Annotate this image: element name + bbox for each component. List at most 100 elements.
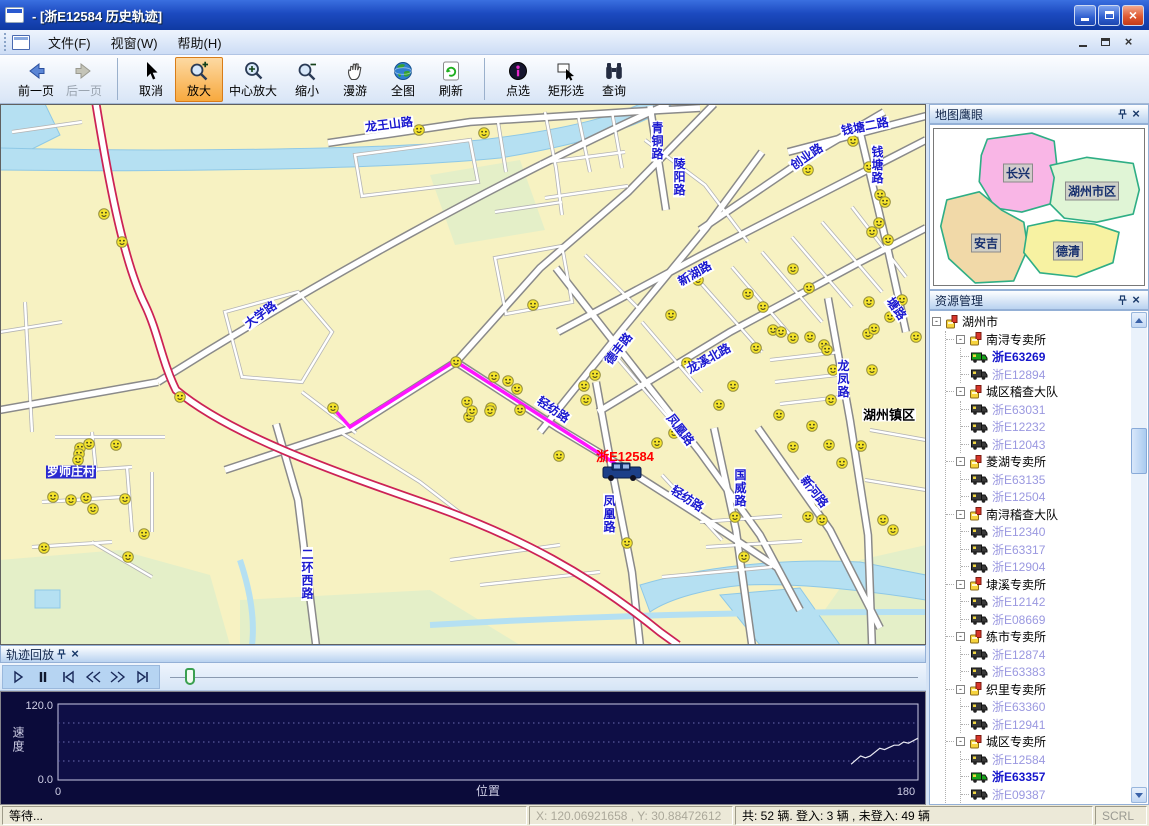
tree-vehicle-row[interactable]: 浙E63135 [961, 471, 1130, 489]
toolbar-button-refresh[interactable]: 刷新 [427, 57, 475, 102]
tree-vehicle-row[interactable]: 浙E12043 [961, 436, 1130, 454]
tree-vehicle-row[interactable]: 浙E63317 [961, 541, 1130, 559]
tree-vehicle-row[interactable]: 浙E63269 [961, 348, 1130, 366]
toolbar-button-globe[interactable]: 全图 [379, 57, 427, 102]
speed-chart: 120.00.00位置180 速度 [0, 691, 926, 805]
mdi-restore-button[interactable] [1097, 35, 1114, 50]
app-icon [5, 7, 24, 23]
skip-end-button[interactable] [131, 667, 154, 687]
pin-icon[interactable] [1115, 293, 1129, 307]
toolbar-button-binoculars[interactable]: 查询 [590, 57, 638, 102]
vehicle-plate: 浙E12894 [992, 366, 1045, 383]
group-label: 菱湖专卖所 [986, 453, 1046, 470]
collapse-icon[interactable]: - [956, 685, 965, 694]
forward-button[interactable] [106, 667, 129, 687]
minimize-button[interactable] [1074, 5, 1096, 26]
toolbar-button-rect-select[interactable]: 矩形选 [542, 57, 590, 102]
poi-marker [39, 543, 50, 554]
window-title: - [浙E12584 历史轨迹] [32, 6, 162, 25]
collapse-icon[interactable]: - [956, 632, 965, 641]
tree-vehicle-row[interactable]: 浙E09387 [961, 786, 1130, 804]
mdi-minimize-button[interactable] [1074, 35, 1091, 50]
toolbar-button-label: 查询 [602, 82, 626, 99]
poi-marker [175, 392, 186, 403]
poi-marker [758, 302, 769, 313]
region-label: 安吉 [971, 234, 1001, 253]
tree-group-row[interactable]: -埭溪专卖所 [946, 576, 1130, 594]
tree-group-row[interactable]: -织里专卖所 [946, 681, 1130, 699]
rewind-button[interactable] [81, 667, 104, 687]
road-label: 龙凤路 [837, 359, 849, 400]
playback-slider-thumb[interactable] [185, 668, 195, 685]
collapse-icon[interactable]: - [956, 387, 965, 396]
tree-group-row[interactable]: -南浔稽查大队 [946, 506, 1130, 524]
toolbar-button-zoom-in[interactable]: 放大 [175, 57, 223, 102]
toolbar-button-arrow-left[interactable]: 前一页 [12, 57, 60, 102]
tree-vehicle-row[interactable]: 浙E08669 [961, 611, 1130, 629]
tree-vehicle-row[interactable]: 浙E63383 [961, 663, 1130, 681]
scrollbar-thumb[interactable] [1131, 428, 1147, 474]
pin-icon[interactable] [54, 647, 68, 661]
tree-vehicle-row[interactable]: 浙E12584 [961, 751, 1130, 769]
tree-vehicle-row[interactable]: 浙E12941 [961, 716, 1130, 734]
poi-marker [803, 512, 814, 523]
menu-item-2[interactable]: 帮助(H) [168, 33, 232, 54]
pause-button[interactable] [31, 667, 54, 687]
toolbar-button-cursor[interactable]: 取消 [127, 57, 175, 102]
tree-vehicle-row[interactable]: 浙E12142 [961, 593, 1130, 611]
collapse-icon[interactable]: - [932, 317, 941, 326]
collapse-icon[interactable]: - [956, 457, 965, 466]
collapse-icon[interactable]: - [956, 580, 965, 589]
tree-root-row[interactable]: -湖州市 [932, 313, 1130, 331]
poi-marker [503, 376, 514, 387]
collapse-icon[interactable]: - [956, 335, 965, 344]
tree-vehicle-row[interactable]: 浙E12894 [961, 366, 1130, 384]
mdi-close-button[interactable]: × [1120, 35, 1137, 50]
playback-slider-track[interactable] [170, 677, 918, 678]
restore-button[interactable] [1098, 5, 1120, 26]
collapse-icon[interactable]: - [956, 737, 965, 746]
menu-item-0[interactable]: 文件(F) [38, 33, 101, 54]
tree-group-row[interactable]: -城区稽查大队 [946, 383, 1130, 401]
close-icon[interactable]: × [68, 647, 82, 661]
tree-vehicle-row[interactable]: 浙E63360 [961, 698, 1130, 716]
toolbar-button-info[interactable]: 点选 [494, 57, 542, 102]
poi-marker [590, 370, 601, 381]
toolbar-button-label: 点选 [506, 82, 530, 99]
collapse-icon[interactable]: - [956, 510, 965, 519]
toolbar-button-zoom-center[interactable]: 中心放大 [223, 57, 283, 102]
tree-vehicle-row[interactable]: 浙E63357 [961, 768, 1130, 786]
scroll-up-icon[interactable] [1131, 312, 1147, 328]
toolbar-button-label: 矩形选 [548, 82, 584, 99]
tree-group-row[interactable]: - 菱湖专卖所 [946, 453, 1130, 471]
pin-icon[interactable] [1115, 107, 1129, 121]
toolbar-button-label: 刷新 [439, 82, 463, 99]
tree-vehicle-row[interactable]: 浙E12874 [961, 646, 1130, 664]
menu-item-1[interactable]: 视窗(W) [101, 33, 168, 54]
toolbar-button-hand[interactable]: 漫游 [331, 57, 379, 102]
truck-icon [971, 561, 988, 573]
tree-vehicle-row[interactable]: 浙E12340 [961, 523, 1130, 541]
tree-vehicle-row[interactable]: 浙E63031 [961, 401, 1130, 419]
skip-back-button[interactable] [56, 667, 79, 687]
poi-marker [888, 525, 899, 536]
toolbar-button-zoom-out[interactable]: 缩小 [283, 57, 331, 102]
scroll-down-icon[interactable] [1131, 787, 1147, 803]
tree-vehicle-row[interactable]: 浙E12232 [961, 418, 1130, 436]
tree-group-row[interactable]: -城区专卖所 [946, 733, 1130, 751]
map-canvas[interactable]: 龙王山路青铜路陵阳路创业路钱塘二路钱塘路新湖路大学路德丰路龙溪北路轻纺路轻纺路凤… [0, 104, 926, 645]
close-icon[interactable]: × [1129, 293, 1143, 307]
tree-vehicle-row[interactable]: 浙E12504 [961, 488, 1130, 506]
close-icon[interactable]: × [1129, 107, 1143, 121]
group-label: 南浔专卖所 [986, 331, 1046, 348]
play-button[interactable] [6, 667, 29, 687]
toolbar-button-arrow-right[interactable]: 后一页 [60, 57, 108, 102]
poi-marker [774, 410, 785, 421]
tree-vehicle-row[interactable]: 浙E12904 [961, 558, 1130, 576]
tree-group-row[interactable]: - 南浔专卖所 [946, 331, 1130, 349]
tree-scrollbar[interactable] [1131, 312, 1147, 803]
tree-group-row[interactable]: -练市专卖所 [946, 628, 1130, 646]
rect-select-icon [555, 60, 577, 82]
eagle-eye-panel[interactable]: 长兴湖州市区安吉德清 [929, 124, 1149, 290]
close-button[interactable]: × [1122, 5, 1144, 26]
